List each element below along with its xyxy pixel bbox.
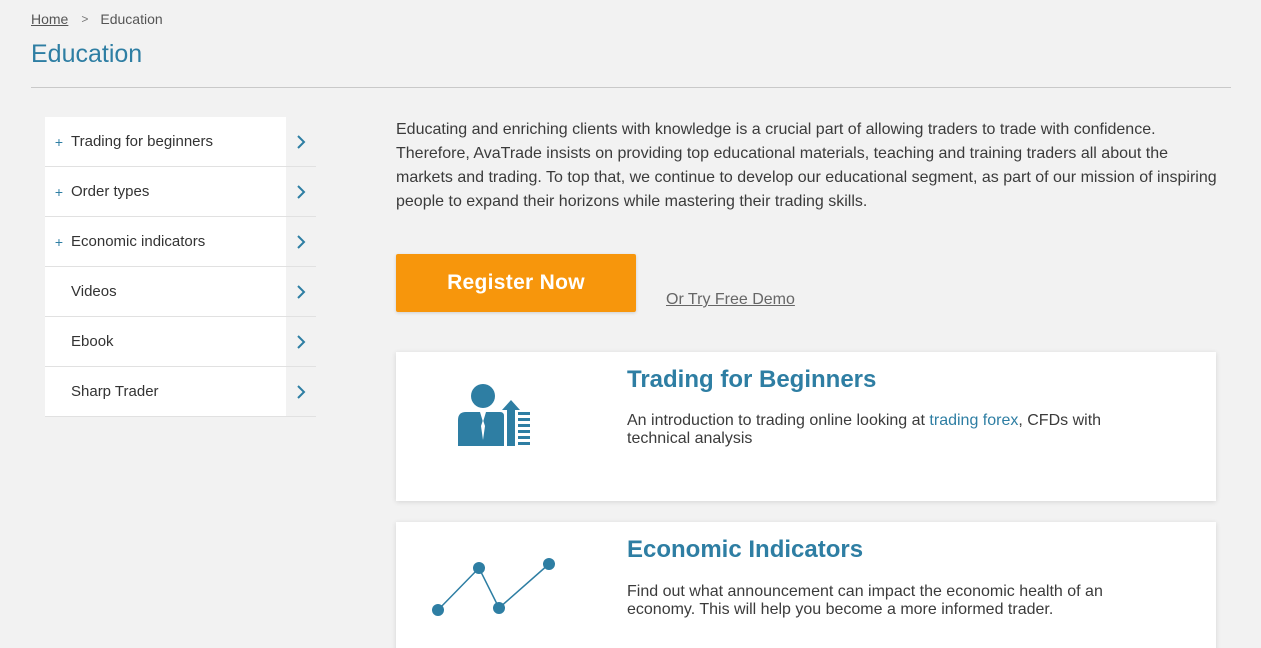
breadcrumb-current: Education [100,11,163,27]
sidebar-item-sharp-trader[interactable]: Sharp Trader [45,367,316,417]
plus-icon: + [54,183,63,200]
chevron-right-icon[interactable] [286,267,316,316]
sidebar-item-label: Order types [71,183,150,200]
register-now-button[interactable]: Register Now [396,254,636,312]
trader-growth-icon [456,382,530,453]
card-title: Economic Indicators [627,536,864,563]
card-trading-for-beginners[interactable]: Trading for Beginners An introduction to… [396,352,1216,501]
sidebar-item-label: Videos [71,283,117,300]
intro-paragraph: Educating and enriching clients with kno… [396,121,1217,210]
sidebar-item-label: Sharp Trader [71,383,159,400]
breadcrumb: Home > Education [31,11,163,27]
chevron-right-icon[interactable] [286,167,316,216]
sidebar-item-label: Ebook [71,333,114,350]
card-economic-indicators[interactable]: Economic Indicators Find out what announ… [396,522,1216,648]
sidebar: + Trading for beginners + Order types + … [45,117,316,417]
trading-forex-link[interactable]: trading forex [929,412,1018,429]
chevron-right-icon[interactable] [286,367,316,416]
sidebar-item-label: Economic indicators [71,233,206,250]
sidebar-item-ebook[interactable]: Ebook [45,317,316,367]
sidebar-item-label: Trading for beginners [71,133,214,150]
line-graph-icon [431,558,557,623]
sidebar-item-trading-for-beginners[interactable]: + Trading for beginners [45,117,316,167]
card-title: Trading for Beginners [627,366,877,393]
plus-icon: + [54,233,63,250]
chevron-right-icon[interactable] [286,317,316,366]
sidebar-item-videos[interactable]: Videos [45,267,316,317]
card-description: An introduction to trading online lookin… [627,412,1167,448]
title-divider [31,87,1231,88]
chevron-right-icon[interactable] [286,217,316,266]
card-description: Find out what announcement can impact th… [627,583,1103,618]
sidebar-item-order-types[interactable]: + Order types [45,167,316,217]
card-description-text: An introduction to trading online lookin… [627,412,930,429]
chevron-right-icon[interactable] [286,117,316,166]
breadcrumb-home-link[interactable]: Home [31,11,68,27]
plus-icon: + [54,133,63,150]
sidebar-item-economic-indicators[interactable]: + Economic indicators [45,217,316,267]
breadcrumb-separator: > [81,12,89,26]
free-demo-link[interactable]: Or Try Free Demo [666,291,795,309]
page-title: Education [31,40,143,68]
